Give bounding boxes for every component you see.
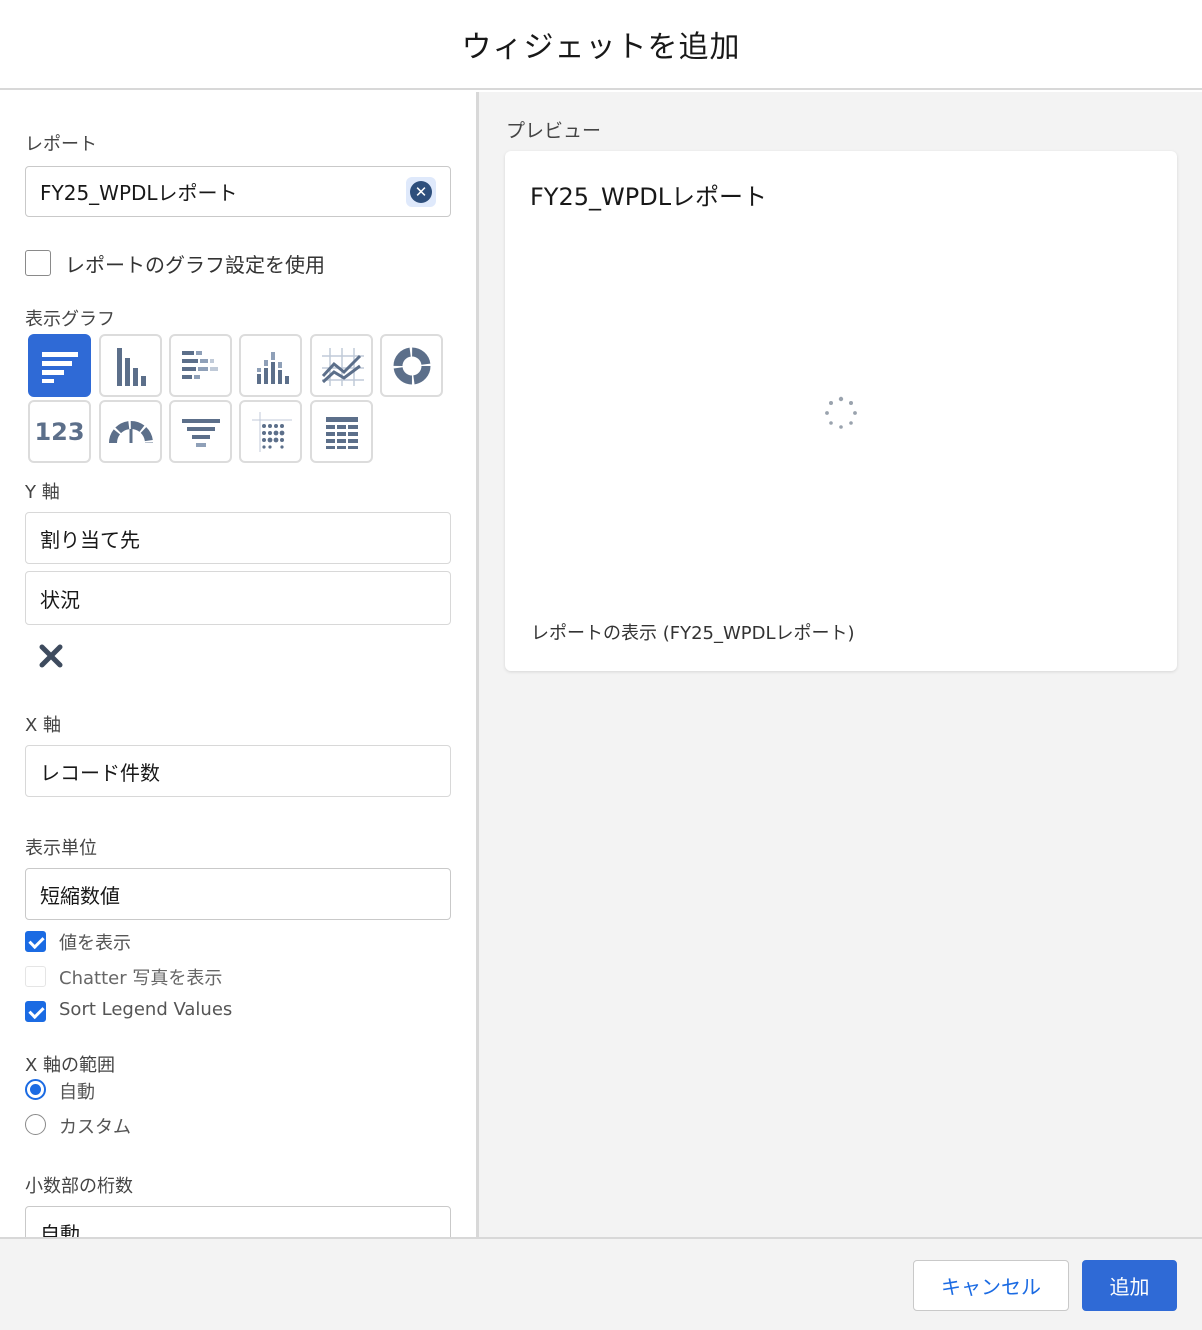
x-axis-value: レコード件数: [40, 760, 160, 785]
add-button[interactable]: 追加: [1082, 1260, 1177, 1311]
stacked-vertical-bar-chart-icon: [256, 351, 289, 384]
show-values-checkbox[interactable]: [25, 931, 46, 952]
chart-type-horizontal-bar[interactable]: [28, 334, 91, 397]
preview-card: FY25_WPDLレポート レポートの表示 (FY25_WPDLレポート): [505, 151, 1177, 671]
y-axis-group-2[interactable]: 状況: [25, 571, 451, 625]
x-range-label: X 軸の範囲: [25, 1055, 116, 1076]
cancel-button[interactable]: キャンセル: [913, 1260, 1069, 1311]
decimal-places-select[interactable]: 自動: [25, 1206, 451, 1237]
x-range-auto-radio[interactable]: [25, 1079, 46, 1100]
chart-type-stacked-horizontal-bar[interactable]: [169, 334, 232, 397]
display-units-select[interactable]: 短縮数値: [25, 868, 451, 920]
modal-title: ウィジェットを追加: [461, 30, 741, 65]
chart-type-donut[interactable]: [380, 334, 443, 397]
x-range-custom-radio[interactable]: [25, 1114, 46, 1135]
close-icon: ✕: [410, 180, 432, 203]
chart-type-funnel[interactable]: [169, 400, 232, 463]
funnel-chart-icon: [181, 418, 220, 447]
chatter-photos-checkbox[interactable]: [25, 966, 46, 987]
y-axis-value-2: 状況: [40, 587, 80, 612]
table-chart-icon: [325, 416, 358, 449]
display-units-value: 短縮数値: [40, 883, 120, 908]
chart-type-table[interactable]: [310, 400, 373, 463]
gauge-chart-icon: [108, 420, 153, 443]
report-value: FY25_WPDLレポート: [40, 181, 238, 205]
sort-legend-label: Sort Legend Values: [59, 999, 233, 1020]
x-range-custom-label: カスタム: [59, 1117, 131, 1138]
preview-panel: プレビュー FY25_WPDLレポート レポートの表示 (FY25_WPDLレポ…: [479, 92, 1202, 1237]
metric-chart-icon: 123: [34, 417, 85, 446]
y-axis-label: Y 軸: [25, 482, 60, 503]
show-values-label: 値を表示: [59, 933, 131, 954]
y-axis-group-1[interactable]: 割り当て先: [25, 512, 451, 564]
modal-header: ウィジェットを追加: [0, 0, 1202, 90]
chart-type-line[interactable]: [310, 334, 373, 397]
chart-type-scatter[interactable]: [239, 400, 302, 463]
y-axis-value-1: 割り当て先: [40, 527, 140, 552]
donut-chart-icon: [393, 347, 430, 384]
stacked-horizontal-bar-chart-icon: [181, 350, 218, 379]
x-axis-field[interactable]: レコード件数: [25, 745, 451, 797]
display-units-label: 表示単位: [25, 838, 97, 859]
report-label: レポート: [25, 134, 97, 155]
x-axis-label: X 軸: [25, 715, 62, 736]
chart-type-metric[interactable]: 123: [28, 400, 91, 463]
clear-selection-button[interactable]: ✕: [406, 176, 436, 207]
vertical-bar-chart-icon: [116, 347, 146, 386]
report-lookup-field[interactable]: FY25_WPDLレポート ✕: [25, 166, 451, 217]
scatter-chart-icon: [251, 411, 292, 452]
chart-type-stacked-vertical-bar[interactable]: [239, 334, 302, 397]
use-report-chart-label: レポートのグラフ設定を使用: [65, 253, 325, 277]
decimal-places-value: 自動: [40, 1221, 80, 1238]
chart-type-vertical-bar[interactable]: [99, 334, 162, 397]
chart-type-gauge[interactable]: [99, 400, 162, 463]
decimal-places-label: 小数部の桁数: [25, 1176, 133, 1197]
remove-grouping-close-icon[interactable]: [37, 642, 65, 670]
widget-settings-panel[interactable]: レポート FY25_WPDLレポート ✕ レポートのグラフ設定を使用 表示グラフ: [0, 92, 476, 1237]
use-report-chart-checkbox[interactable]: [25, 250, 51, 276]
preview-title: FY25_WPDLレポート: [530, 183, 768, 211]
x-range-auto-label: 自動: [59, 1082, 95, 1103]
view-report-link[interactable]: レポートの表示 (FY25_WPDLレポート): [531, 619, 855, 645]
display-chart-label: 表示グラフ: [25, 309, 115, 330]
modal-footer: キャンセル 追加: [0, 1237, 1202, 1330]
horizontal-bar-chart-icon: [41, 351, 78, 383]
chatter-photos-label: Chatter 写真を表示: [59, 968, 223, 989]
loading-spinner-icon: [825, 396, 857, 429]
sort-legend-checkbox[interactable]: [25, 1001, 46, 1022]
preview-label: プレビュー: [506, 120, 602, 142]
line-chart-icon: [321, 347, 364, 386]
